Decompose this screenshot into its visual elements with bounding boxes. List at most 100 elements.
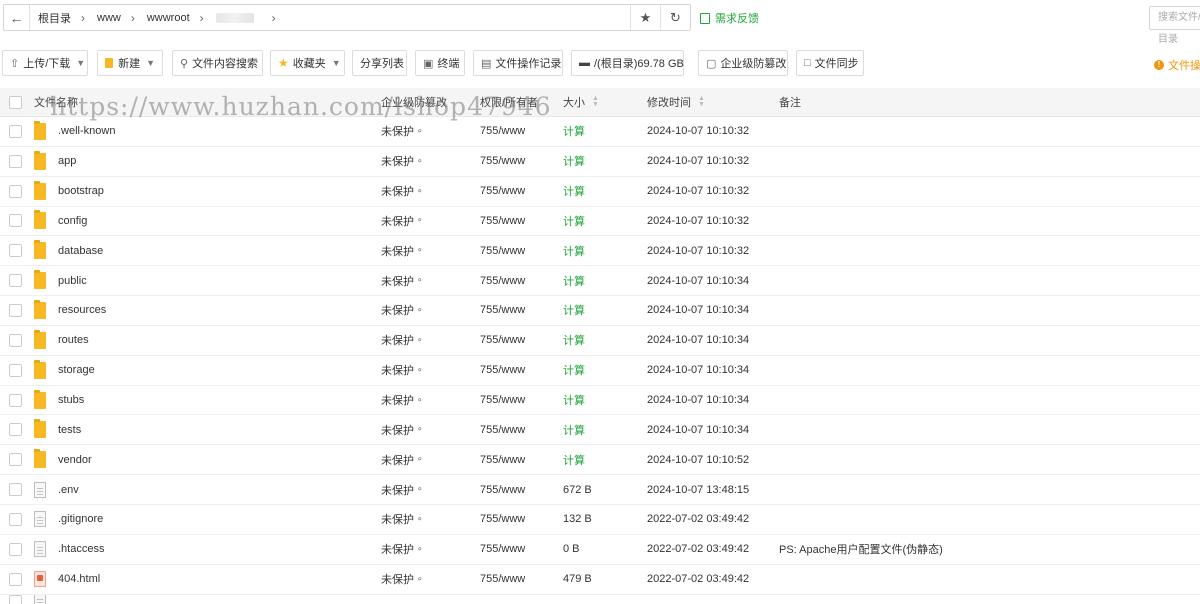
protect-status[interactable]: 未保护 ⚬ <box>381 207 424 236</box>
file-name[interactable]: .htaccess <box>58 543 104 555</box>
row-checkbox[interactable] <box>9 356 22 385</box>
file-sync-button[interactable]: □ 文件同步 <box>796 50 864 76</box>
protect-status[interactable]: 未保护 ⚬ <box>381 475 424 504</box>
protect-status[interactable]: 未保护 ⚬ <box>381 356 424 385</box>
file-name[interactable]: resources <box>58 304 106 316</box>
file-name-cell[interactable]: tests <box>34 415 81 444</box>
file-name-cell[interactable]: vendor <box>34 445 92 474</box>
file-oplog-button[interactable]: ▤ 文件操作记录 <box>473 50 563 76</box>
row-checkbox[interactable] <box>9 594 22 604</box>
perm-owner[interactable]: 755/www <box>480 177 525 206</box>
file-name[interactable]: .gitignore <box>58 513 103 525</box>
row-checkbox[interactable] <box>9 296 22 325</box>
table-row[interactable]: .htaccess 未保护 ⚬ 755/www 0 B 2022-07-02 03:49:… <box>0 535 1200 565</box>
file-name[interactable]: config <box>58 215 87 227</box>
protect-status[interactable]: 未保护 ⚬ <box>381 445 424 474</box>
file-name[interactable]: tests <box>58 424 81 436</box>
perm-owner[interactable]: 755/www <box>480 415 525 444</box>
perm-owner[interactable]: 755/www <box>480 565 525 594</box>
share-list-button[interactable]: 分享列表 <box>352 50 407 76</box>
perm-owner[interactable]: 755/www <box>480 207 525 236</box>
file-name-cell[interactable]: storage <box>34 356 95 385</box>
file-name[interactable]: public <box>58 275 87 287</box>
calc-size-link[interactable]: 计算 <box>563 117 585 146</box>
perm-owner[interactable]: 755/www <box>480 386 525 415</box>
row-checkbox[interactable] <box>9 535 22 564</box>
row-checkbox[interactable] <box>9 236 22 265</box>
table-row[interactable]: .env 未保护 ⚬ 755/www 672 B 2024-10-07 13:48:15 <box>0 475 1200 505</box>
file-name-cell[interactable]: public <box>34 266 87 295</box>
calc-size-link[interactable]: 计算 <box>563 266 585 295</box>
row-checkbox[interactable] <box>9 207 22 236</box>
row-checkbox[interactable] <box>9 445 22 474</box>
path-input-box[interactable]: ← 根目录 › www › wwwroot › › ★ ↻ <box>3 4 691 31</box>
file-name-cell[interactable]: resources <box>34 296 106 325</box>
file-name[interactable]: bootstrap <box>58 185 104 197</box>
perm-owner[interactable]: 755/www <box>480 445 525 474</box>
perm-owner[interactable]: 755/www <box>480 356 525 385</box>
perm-owner[interactable]: 755/www <box>480 535 525 564</box>
table-row[interactable]: .gitignore 未保护 ⚬ 755/www 132 B 2022-07-02 03:… <box>0 505 1200 535</box>
perm-owner[interactable]: 755/www <box>480 475 525 504</box>
file-name-cell[interactable]: config <box>34 207 87 236</box>
header-size[interactable]: 大小 ▲ ▼ <box>563 88 599 116</box>
file-name[interactable]: database <box>58 245 103 257</box>
row-checkbox[interactable] <box>9 505 22 534</box>
favorites-button[interactable]: ★ 收藏夹 ▼ <box>270 50 345 76</box>
upload-download-button[interactable]: ⇧ 上传/下载 ▼ <box>2 50 88 76</box>
file-name-cell[interactable]: .env <box>34 475 79 504</box>
search-input[interactable]: 搜索文件/目录 <box>1149 6 1200 45</box>
protect-status[interactable]: 未保护 ⚬ <box>381 177 424 206</box>
file-name[interactable]: .well-known <box>58 125 115 137</box>
row-checkbox[interactable] <box>9 147 22 176</box>
row-checkbox[interactable] <box>9 565 22 594</box>
table-row[interactable]: 404.html 未保护 ⚬ 755/www 479 B 2022-07-02 03:49… <box>0 565 1200 595</box>
row-checkbox[interactable] <box>9 117 22 146</box>
perm-owner[interactable]: 755/www <box>480 266 525 295</box>
table-row[interactable]: app 未保护 ⚬ 755/www 计算 2024-10-07 10:10:32 <box>0 147 1200 177</box>
table-row[interactable]: stubs 未保护 ⚬ 755/www 计算 2024-10-07 10:10:34 <box>0 386 1200 416</box>
table-row[interactable]: resources 未保护 ⚬ 755/www 计算 2024-10-07 10:10:3… <box>0 296 1200 326</box>
calc-size-link[interactable]: 计算 <box>563 207 585 236</box>
disk-button[interactable]: ▬ /(根目录)69.78 GB <box>571 50 684 76</box>
protect-status[interactable]: 未保护 ⚬ <box>381 415 424 444</box>
file-name-cell[interactable]: stubs <box>34 386 84 415</box>
calc-size-link[interactable]: 计算 <box>563 445 585 474</box>
calc-size-link[interactable]: 计算 <box>563 386 585 415</box>
table-row[interactable]: storage 未保护 ⚬ 755/www 计算 2024-10-07 10:10:34 <box>0 356 1200 386</box>
breadcrumb-item-www[interactable]: www › <box>97 11 147 25</box>
file-name-cell[interactable]: routes <box>34 326 89 355</box>
perm-owner[interactable]: 755/www <box>480 505 525 534</box>
table-row[interactable]: tests 未保护 ⚬ 755/www 计算 2024-10-07 10:10:34 <box>0 415 1200 446</box>
perm-owner[interactable]: 755/www <box>480 326 525 355</box>
refresh-icon[interactable]: ↻ <box>660 5 690 30</box>
protect-status[interactable]: 未保护 ⚬ <box>381 565 424 594</box>
header-name[interactable]: 文件名称 <box>34 88 78 116</box>
protect-status[interactable]: 未保护 ⚬ <box>381 386 424 415</box>
calc-size-link[interactable]: 计算 <box>563 296 585 325</box>
calc-size-link[interactable]: 计算 <box>563 326 585 355</box>
file-name[interactable]: routes <box>58 334 89 346</box>
perm-owner[interactable]: 755/www <box>480 296 525 325</box>
table-row-partial[interactable] <box>0 594 1200 604</box>
file-name[interactable]: app <box>58 155 76 167</box>
tamper-protect-button[interactable]: ▢ 企业级防篡改 <box>698 50 788 76</box>
breadcrumb-item-site[interactable]: › <box>215 11 288 25</box>
favorite-star-icon[interactable]: ★ <box>630 5 660 30</box>
file-name[interactable]: storage <box>58 364 95 376</box>
calc-size-link[interactable]: 计算 <box>563 177 585 206</box>
calc-size-link[interactable]: 计算 <box>563 356 585 385</box>
protect-status[interactable]: 未保护 ⚬ <box>381 147 424 176</box>
file-name[interactable]: .env <box>58 484 79 496</box>
protect-status[interactable]: 未保护 ⚬ <box>381 296 424 325</box>
row-checkbox[interactable] <box>9 415 22 444</box>
row-checkbox[interactable] <box>9 326 22 355</box>
table-row[interactable]: bootstrap 未保护 ⚬ 755/www 计算 2024-10-07 10:10:3… <box>0 177 1200 207</box>
protect-status[interactable]: 未保护 ⚬ <box>381 505 424 534</box>
file-name[interactable]: vendor <box>58 454 92 466</box>
terminal-button[interactable]: ▣ 终端 <box>415 50 465 76</box>
perm-owner[interactable]: 755/www <box>480 147 525 176</box>
note[interactable]: PS: Apache用户配置文件(伪静态) <box>779 535 943 564</box>
breadcrumb-item-root[interactable]: 根目录 › <box>38 10 97 26</box>
row-checkbox[interactable] <box>9 475 22 504</box>
